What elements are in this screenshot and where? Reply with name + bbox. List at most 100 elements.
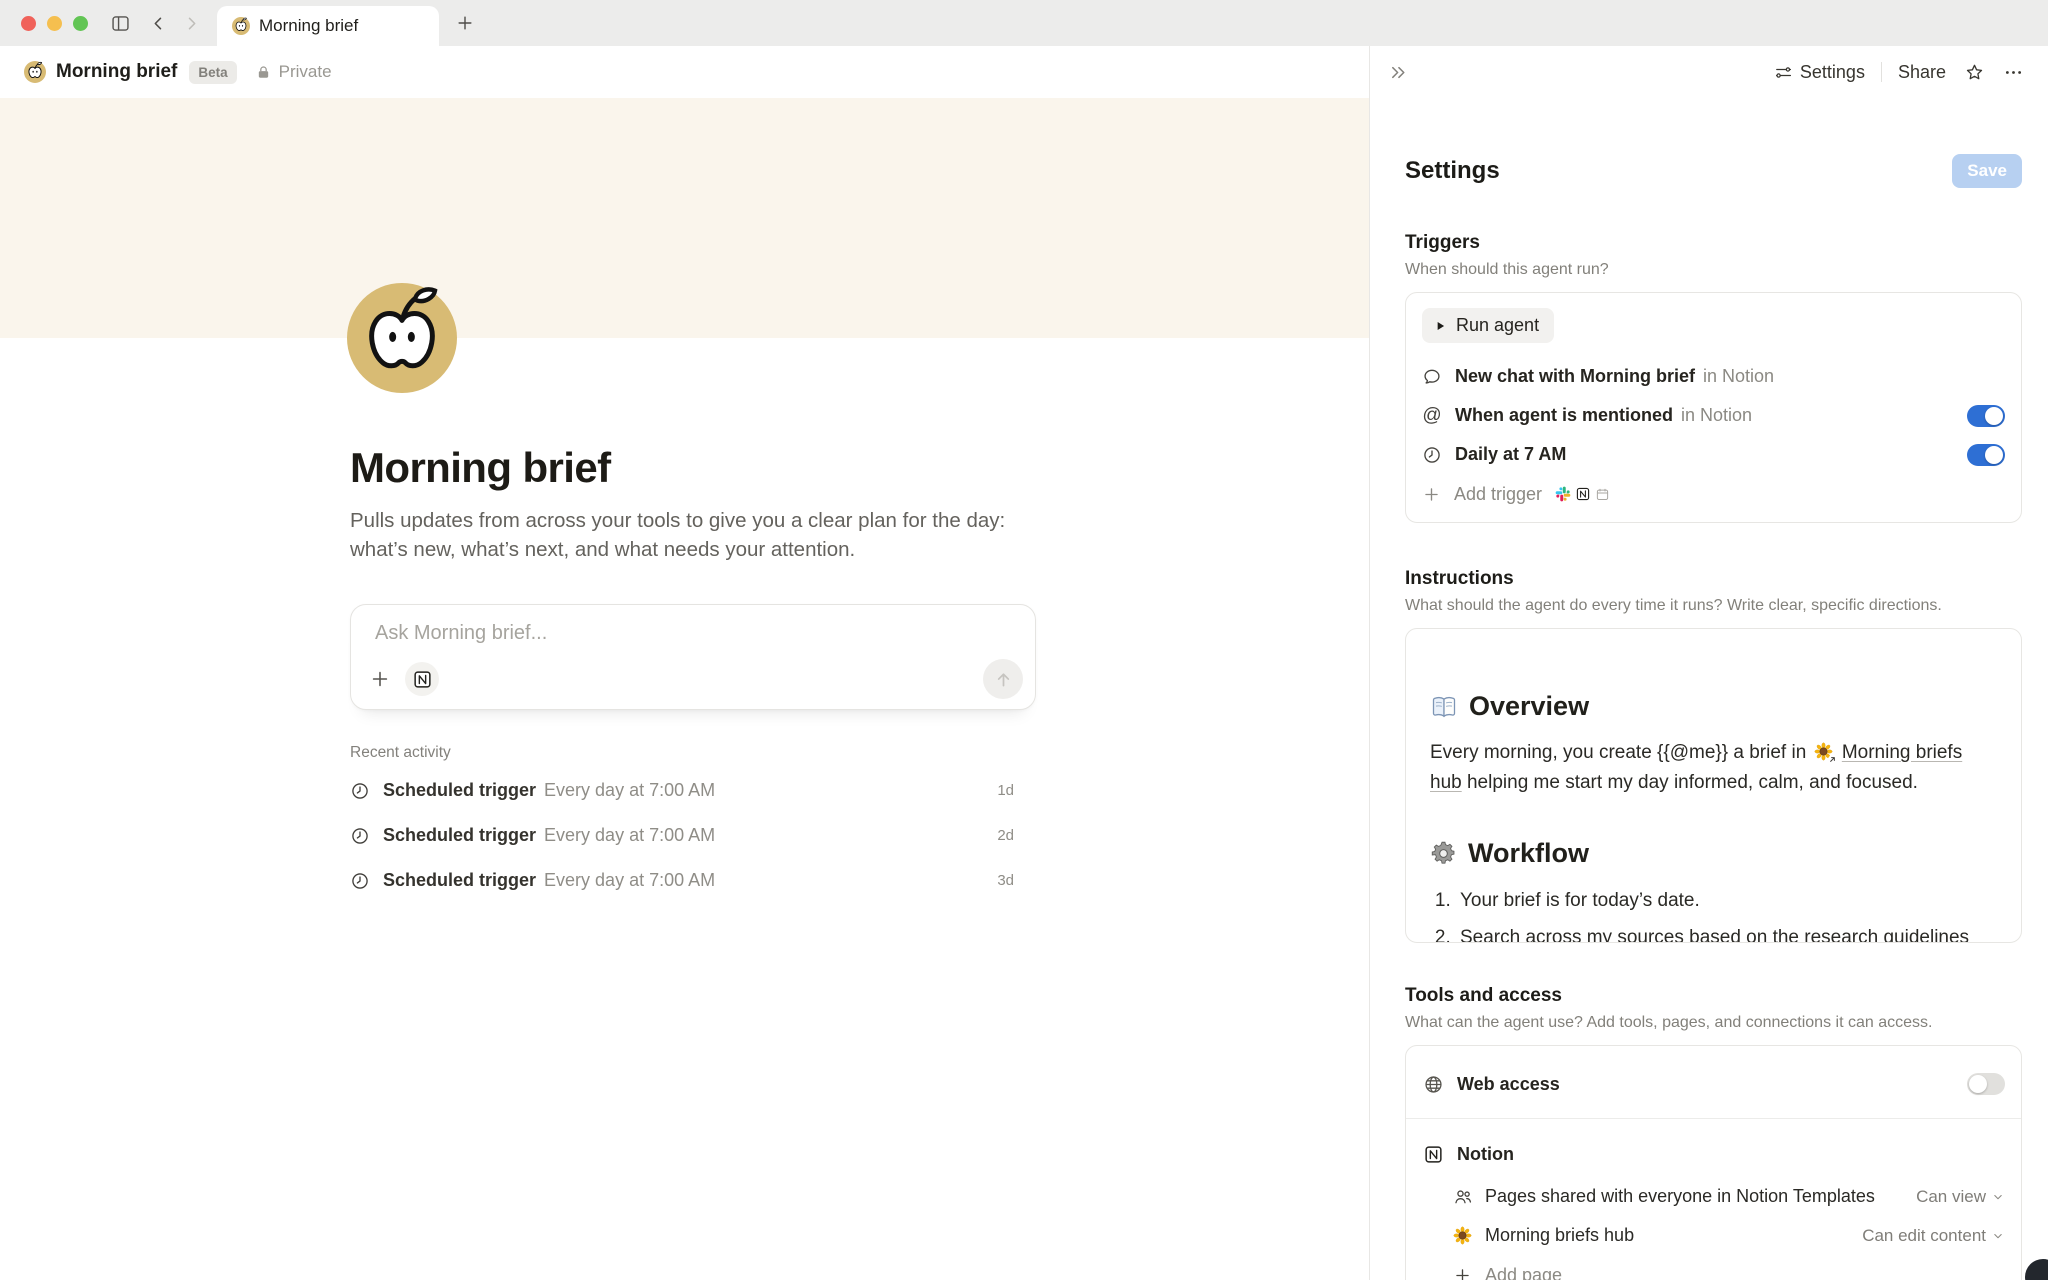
instructions-heading: Instructions xyxy=(1405,568,2022,590)
chat-bubble-icon xyxy=(1422,367,1442,387)
share-button[interactable]: Share xyxy=(1898,62,1946,83)
notion-icon xyxy=(1575,486,1591,502)
web-access-label: Web access xyxy=(1457,1074,1560,1095)
triggers-card: Run agent New chat with Morning brief in… xyxy=(1405,292,2022,523)
save-button[interactable]: Save xyxy=(1952,154,2022,188)
run-agent-button[interactable]: Run agent xyxy=(1422,308,1554,343)
beta-badge: Beta xyxy=(189,61,236,84)
notion-icon xyxy=(1422,1144,1444,1165)
attach-plus-icon[interactable] xyxy=(369,668,391,690)
close-window-button[interactable] xyxy=(21,16,36,31)
collapse-panel-icon[interactable] xyxy=(1388,62,1409,83)
slack-icon xyxy=(1555,486,1571,502)
mention-trigger-toggle[interactable] xyxy=(1967,405,2005,427)
settings-body: Settings Save Triggers When should this … xyxy=(1370,154,2048,1280)
plus-icon xyxy=(1422,485,1441,504)
settings-heading: Settings xyxy=(1405,157,1500,185)
link-arrow-icon xyxy=(1828,755,1837,764)
chat-input-toolbar xyxy=(369,659,1023,699)
tools-heading: Tools and access xyxy=(1405,985,2022,1007)
add-trigger-row[interactable]: Add trigger xyxy=(1422,474,2005,514)
minimize-window-button[interactable] xyxy=(47,16,62,31)
activity-row[interactable]: Scheduled trigger Every day at 7:00 AM 1… xyxy=(350,768,1036,813)
workflow-heading: Workflow xyxy=(1468,838,1589,869)
calendar-icon xyxy=(1595,487,1610,502)
activity-row[interactable]: Scheduled trigger Every day at 7:00 AM 2… xyxy=(350,813,1036,858)
permission-dropdown[interactable]: Can edit content xyxy=(1862,1226,2005,1246)
play-icon xyxy=(1433,319,1447,333)
overview-heading: Overview xyxy=(1469,691,1589,722)
activity-row[interactable]: Scheduled trigger Every day at 7:00 AM 3… xyxy=(350,858,1036,903)
notion-connection-row[interactable]: Notion xyxy=(1422,1131,2005,1177)
agent-avatar[interactable] xyxy=(347,283,457,393)
tab-title: Morning brief xyxy=(259,16,358,36)
settings-tab-button[interactable]: Settings xyxy=(1774,62,1865,83)
daily-trigger-toggle[interactable] xyxy=(1967,444,2005,466)
activity-age: 2d xyxy=(997,827,1036,844)
permission-dropdown[interactable]: Can view xyxy=(1916,1187,2005,1207)
page-cover xyxy=(0,98,1369,338)
activity-detail: Every day at 7:00 AM xyxy=(544,870,715,891)
tools-subtitle: What can the agent use? Add tools, pages… xyxy=(1405,1014,2022,1032)
add-trigger-label: Add trigger xyxy=(1454,484,1542,505)
trigger-row-daily[interactable]: Daily at 7 AM xyxy=(1422,435,2005,474)
page-content: Morning brief Pulls updates from across … xyxy=(350,444,1036,903)
clock-icon xyxy=(350,826,370,846)
add-page-row[interactable]: Add page xyxy=(1422,1255,2005,1280)
activity-title: Scheduled trigger xyxy=(383,780,536,801)
globe-icon xyxy=(1422,1074,1444,1095)
new-tab-button[interactable] xyxy=(455,13,475,33)
notion-context-icon[interactable] xyxy=(405,662,439,696)
chat-input-box[interactable] xyxy=(350,604,1036,710)
recent-activity: Recent activity Scheduled trigger Every … xyxy=(350,744,1036,903)
app-window: Morning brief Morning brief Beta Private… xyxy=(0,0,2048,1280)
trigger-row-mention[interactable]: @ When agent is mentioned in Notion xyxy=(1422,396,2005,435)
instructions-subtitle: What should the agent do every time it r… xyxy=(1405,597,2022,615)
overview-paragraph: Every morning, you create {{@me}} a brie… xyxy=(1430,738,1997,798)
clock-icon xyxy=(1422,445,1442,465)
sidebar-toggle-icon[interactable] xyxy=(110,13,131,34)
page-label: Morning briefs hub xyxy=(1485,1225,1634,1246)
window-controls xyxy=(21,16,88,31)
instructions-section: Instructions What should the agent do ev… xyxy=(1405,568,2022,943)
page-title: Morning brief xyxy=(350,444,1036,492)
breadcrumb-title[interactable]: Morning brief xyxy=(56,61,177,83)
agent-page: Morning brief Beta Private Morning brief… xyxy=(0,46,1370,1280)
notion-page-row[interactable]: Morning briefs hub Can edit content xyxy=(1422,1216,2005,1255)
ask-input[interactable] xyxy=(373,621,1013,646)
trigger-label: When agent is mentioned xyxy=(1455,405,1673,426)
page-description: Pulls updates from across your tools to … xyxy=(350,506,1036,564)
notion-page-row[interactable]: Pages shared with everyone in Notion Tem… xyxy=(1422,1177,2005,1216)
send-button[interactable] xyxy=(983,659,1023,699)
tools-section: Tools and access What can the agent use?… xyxy=(1405,985,2022,1280)
web-access-row[interactable]: Web access xyxy=(1422,1060,2005,1108)
divider xyxy=(1881,62,1882,82)
divider xyxy=(1406,1118,2021,1119)
workflow-step: Search across my sources based on the re… xyxy=(1456,926,1997,943)
activity-title: Scheduled trigger xyxy=(383,825,536,846)
activity-age: 1d xyxy=(997,782,1036,799)
sunflower-page-icon xyxy=(1452,1226,1473,1245)
zoom-window-button[interactable] xyxy=(73,16,88,31)
workflow-step: Your brief is for today’s date. xyxy=(1456,889,1997,913)
workflow-heading-row: Workflow xyxy=(1430,838,1997,869)
at-mention-icon: @ xyxy=(1422,406,1442,425)
instructions-editor[interactable]: Overview Every morning, you create {{@me… xyxy=(1405,628,2022,943)
trigger-label: Daily at 7 AM xyxy=(1455,444,1566,465)
activity-age: 3d xyxy=(997,872,1036,889)
active-tab[interactable]: Morning brief xyxy=(217,6,439,46)
trigger-label: New chat with Morning brief xyxy=(1455,366,1695,387)
overview-heading-row: Overview xyxy=(1430,691,1997,722)
share-label: Share xyxy=(1898,62,1946,83)
trigger-context: in Notion xyxy=(1681,405,1752,426)
activity-detail: Every day at 7:00 AM xyxy=(544,780,715,801)
panel-header: Settings Share xyxy=(1370,46,2048,98)
trigger-row-new-chat[interactable]: New chat with Morning brief in Notion xyxy=(1422,357,2005,396)
web-access-toggle[interactable] xyxy=(1967,1073,2005,1095)
add-page-label: Add page xyxy=(1485,1265,1562,1280)
back-icon[interactable] xyxy=(149,14,168,33)
chevron-down-icon xyxy=(1991,1229,2005,1243)
triggers-section: Triggers When should this agent run? Run… xyxy=(1405,232,2022,523)
favorite-star-icon[interactable] xyxy=(1964,62,1985,83)
more-options-icon[interactable] xyxy=(2003,62,2024,83)
